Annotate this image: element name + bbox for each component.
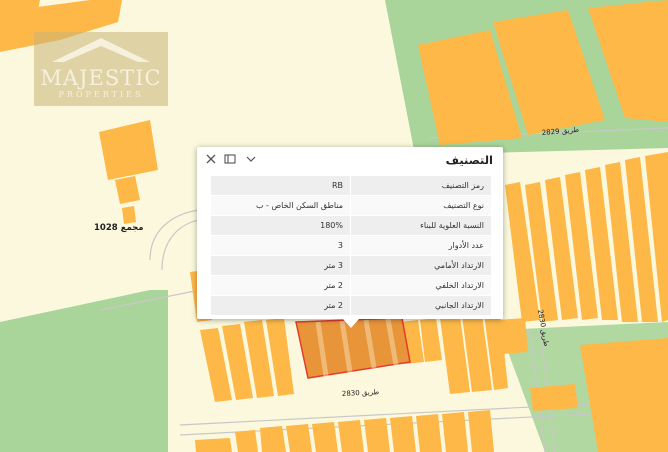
field-key: عدد الأدوار <box>350 235 491 256</box>
parcel <box>312 422 338 452</box>
field-key: نوع التصنيف <box>350 195 491 216</box>
table-row: رمز التصنيف RB <box>211 176 491 196</box>
logo-tagline: PROPERTIES <box>58 90 144 99</box>
parcel <box>468 410 494 452</box>
chevron-down-icon[interactable] <box>245 153 259 167</box>
field-value: RB <box>211 176 351 196</box>
parcel <box>195 438 232 452</box>
dock-icon[interactable] <box>224 153 238 167</box>
field-value: مناطق السكن الخاص - ب <box>211 195 351 216</box>
table-row: الارتداد الجانبي 2 متر <box>211 295 491 316</box>
parcel <box>390 416 416 452</box>
close-icon[interactable] <box>205 153 219 167</box>
logo-brand: MAJESTIC <box>40 66 162 90</box>
table-row: نوع التصنيف مناطق السكن الخاص - ب <box>211 195 491 216</box>
field-value: 3 <box>211 235 351 256</box>
popup-title: التصنيف <box>445 153 493 167</box>
table-row: النسبة العلوية للبناء 180% <box>211 215 491 236</box>
parcel <box>286 424 312 452</box>
attributes-table: رمز التصنيف RB نوع التصنيف مناطق السكن ا… <box>211 176 491 316</box>
table-row: الارتداد الأمامي 3 متر <box>211 255 491 276</box>
parcel <box>122 206 136 224</box>
parcel <box>338 420 364 452</box>
field-key: النسبة العلوية للبناء <box>350 215 491 236</box>
field-key: الارتداد الأمامي <box>350 255 491 276</box>
parcel <box>416 414 442 452</box>
roof-icon <box>52 38 150 62</box>
block-label: مجمع 1028 <box>94 223 144 233</box>
field-key: الارتداد الجانبي <box>350 295 491 316</box>
parcel <box>442 412 468 452</box>
field-value: 2 متر <box>211 275 351 296</box>
classification-popup: التصنيف رمز التصنيف RB نوع التصنيف مناطق… <box>197 147 503 328</box>
field-value: 180% <box>211 215 351 236</box>
parcel <box>364 418 390 452</box>
field-key: رمز التصنيف <box>350 176 491 196</box>
parcel <box>235 430 258 452</box>
field-key: الارتداد الخلفي <box>350 275 491 296</box>
field-value: 3 متر <box>211 255 351 276</box>
field-value: 2 متر <box>211 295 351 316</box>
table-row: عدد الأدوار 3 <box>211 235 491 256</box>
majestic-properties-logo: MAJESTIC PROPERTIES <box>34 32 168 106</box>
parcel <box>530 384 578 411</box>
table-row: الارتداد الخلفي 2 متر <box>211 275 491 296</box>
parcel <box>260 426 286 452</box>
